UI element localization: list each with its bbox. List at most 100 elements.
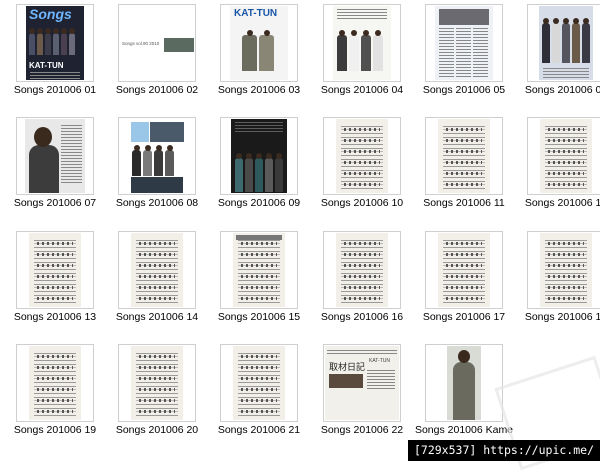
- notes-row: [344, 128, 380, 131]
- notes-row: [139, 377, 175, 380]
- file-thumbnail[interactable]: Songs vol.90 2010: [118, 4, 196, 82]
- file-item[interactable]: Songs 201006 10: [315, 113, 409, 219]
- notes-row: [139, 286, 175, 289]
- figure-head: [61, 28, 67, 34]
- notes-row: [344, 161, 380, 164]
- figure-head: [573, 18, 579, 24]
- file-thumbnail[interactable]: Songs KAT-TUN: [16, 4, 94, 82]
- notes-row: [139, 388, 175, 391]
- group-photo-page: [333, 6, 391, 80]
- figure-shape: [349, 35, 359, 71]
- file-item[interactable]: Songs 201006 08: [110, 113, 204, 219]
- figure-head: [29, 28, 35, 34]
- file-name-label: Songs 201006 20: [115, 424, 199, 436]
- file-item[interactable]: Songs 201006 20: [110, 340, 204, 446]
- notes-row: [446, 275, 482, 278]
- figure-head: [276, 153, 282, 159]
- file-item[interactable]: Songs 201006 07: [8, 113, 102, 219]
- notes-row: [446, 128, 482, 131]
- figure-shape: [53, 33, 59, 55]
- notes-row: [37, 399, 73, 402]
- notes-row: [446, 297, 482, 300]
- diary-spread-page: 取材日記 KAT-TUN: [325, 346, 399, 420]
- file-item[interactable]: Songs 201006 17: [417, 227, 511, 333]
- file-item[interactable]: Songs KAT-TUN Songs 201006 01: [8, 0, 102, 106]
- file-item[interactable]: Songs 201006 09: [212, 113, 306, 219]
- file-thumbnail[interactable]: [220, 117, 298, 195]
- notes-row: [548, 242, 584, 245]
- file-item[interactable]: Songs 201006 04: [315, 0, 409, 106]
- file-thumbnail[interactable]: [527, 4, 600, 82]
- file-item[interactable]: Songs 201006 11: [417, 113, 511, 219]
- notes-row: [241, 355, 277, 358]
- file-name-label: Songs 201006 19: [13, 424, 97, 436]
- figure-shape: [245, 158, 253, 192]
- figure-shape: [132, 150, 141, 176]
- cover-title: Songs: [29, 6, 72, 22]
- file-name-label: Songs 201006 21: [217, 424, 301, 436]
- file-thumbnail[interactable]: [118, 117, 196, 195]
- file-thumbnail[interactable]: [425, 4, 503, 82]
- file-thumbnail[interactable]: [527, 231, 600, 309]
- notes-row: [344, 150, 380, 153]
- figure-shape: [143, 150, 152, 176]
- file-thumbnail[interactable]: [118, 344, 196, 422]
- file-thumbnail[interactable]: [425, 231, 503, 309]
- file-name-label: Songs 201006 17: [422, 311, 506, 323]
- notes-row: [548, 183, 584, 186]
- file-thumbnail[interactable]: [425, 117, 503, 195]
- notes-row: [344, 172, 380, 175]
- file-item[interactable]: Songs 201006 12: [519, 113, 600, 219]
- notes-row: [344, 139, 380, 142]
- file-item[interactable]: KAT-TUN Songs 201006 03: [212, 0, 306, 106]
- notes-row: [548, 150, 584, 153]
- file-name-label: Songs 201006 16: [320, 311, 404, 323]
- notes-row: [139, 355, 175, 358]
- file-name-label: Songs 201006 22: [320, 424, 404, 436]
- file-thumbnail[interactable]: [16, 344, 94, 422]
- file-thumbnail[interactable]: [323, 4, 401, 82]
- file-thumbnail[interactable]: [323, 231, 401, 309]
- group-photo-page: [539, 6, 593, 80]
- file-thumbnail[interactable]: [220, 231, 298, 309]
- notes-row: [241, 253, 277, 256]
- file-name-label: Songs 201006 Kame: [414, 424, 514, 436]
- file-item[interactable]: Songs 201006 14: [110, 227, 204, 333]
- file-thumbnail[interactable]: 取材日記 KAT-TUN: [323, 344, 401, 422]
- sheet-music-page: [336, 119, 388, 193]
- notes-row: [548, 128, 584, 131]
- figure-head: [266, 153, 272, 159]
- file-thumbnail[interactable]: [425, 344, 503, 422]
- figure-shape: [29, 33, 35, 55]
- file-item[interactable]: Songs 201006 19: [8, 340, 102, 446]
- file-item[interactable]: Songs 201006 15: [212, 227, 306, 333]
- file-thumbnail[interactable]: [16, 231, 94, 309]
- file-thumbnail[interactable]: [118, 231, 196, 309]
- notes-row: [446, 253, 482, 256]
- figure-shape: [275, 158, 283, 192]
- file-item[interactable]: Songs 201006 06: [519, 0, 600, 106]
- figure-shape: [242, 35, 257, 71]
- notes-row: [548, 139, 584, 142]
- file-name-label: Songs 201006 07: [13, 197, 97, 209]
- file-item[interactable]: Songs 201006 05: [417, 0, 511, 106]
- notes-row: [548, 264, 584, 267]
- file-item[interactable]: Songs 201006 13: [8, 227, 102, 333]
- file-thumbnail[interactable]: KAT-TUN: [220, 4, 298, 82]
- figure-head: [246, 30, 253, 36]
- notes-row: [344, 297, 380, 300]
- file-thumbnail[interactable]: [323, 117, 401, 195]
- file-thumbnail[interactable]: [527, 117, 600, 195]
- file-item[interactable]: Songs 201006 16: [315, 227, 409, 333]
- file-thumbnail[interactable]: [220, 344, 298, 422]
- file-item[interactable]: Songs vol.90 2010 Songs 201006 02: [110, 0, 204, 106]
- portrait-figure: [29, 145, 59, 193]
- file-item[interactable]: Songs 201006 21: [212, 340, 306, 446]
- file-item[interactable]: 取材日記 KAT-TUN Songs 201006 22: [315, 340, 409, 446]
- file-item[interactable]: Songs 201006 18: [519, 227, 600, 333]
- figure-shape: [337, 35, 347, 71]
- figure-shape: [572, 23, 580, 63]
- notes-row: [139, 242, 175, 245]
- figure-head: [246, 153, 252, 159]
- file-thumbnail[interactable]: [16, 117, 94, 195]
